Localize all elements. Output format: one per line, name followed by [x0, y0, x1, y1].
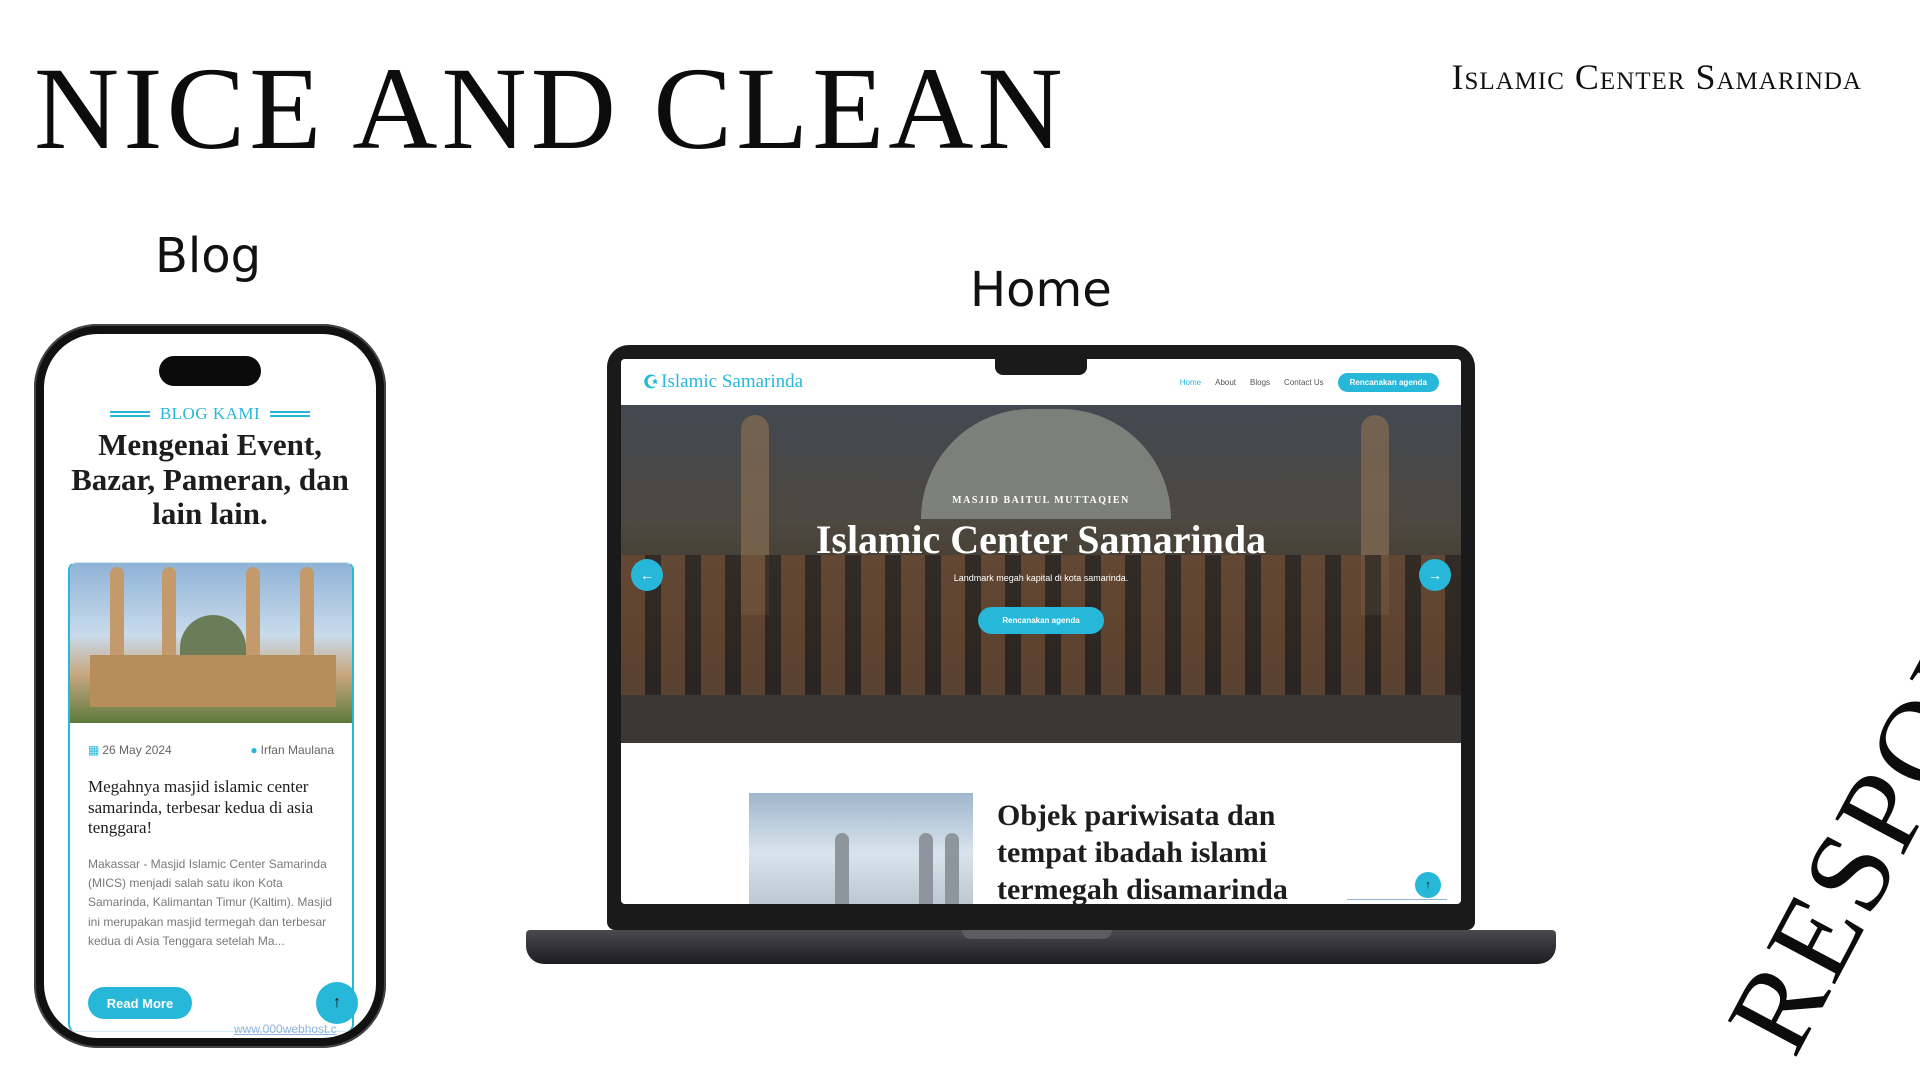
arrow-up-icon: ↑: [333, 994, 341, 1011]
arrow-right-icon: →: [1428, 567, 1442, 583]
arrow-left-icon: ←: [640, 567, 654, 583]
read-more-button[interactable]: Read More: [88, 987, 192, 1019]
carousel-prev-button[interactable]: ←: [631, 559, 663, 591]
blog-card[interactable]: ▦ 26 May 2024 ● Irfan Maulana Megahnya mas…: [68, 562, 354, 1032]
hero-kicker: MASJID BAITUL MUTTAQIEN: [952, 495, 1130, 506]
scroll-top-button[interactable]: ↑: [1415, 872, 1441, 898]
site-logo-text: Islamic Samarinda: [661, 371, 804, 392]
nav-contact[interactable]: Contact Us: [1284, 378, 1324, 387]
laptop-opening-notch: [962, 930, 1112, 939]
phone-mockup: BLOG KAMI Mengenai Event, Bazar, Pameran…: [34, 324, 386, 1048]
nav-links: Home About Blogs Contact Us Rencanakan a…: [1180, 372, 1439, 392]
post-title[interactable]: Megahnya masjid islamic center samarinda…: [88, 777, 338, 839]
laptop-screen: ☪ Islamic Samarinda Home About Blogs Con…: [621, 359, 1461, 904]
about-title: Objek pariwisata dan tempat ibadah islam…: [997, 799, 1288, 904]
minaret: [162, 567, 176, 663]
arrow-up-icon: ↑: [1425, 879, 1431, 891]
carousel-next-button[interactable]: →: [1419, 559, 1451, 591]
hero-subtitle: Landmark megah kapital di kota samarinda…: [953, 573, 1129, 583]
phone-screen: BLOG KAMI Mengenai Event, Bazar, Pameran…: [44, 334, 376, 1038]
dynamic-island: [159, 356, 261, 386]
responsive-side-text: RESPONSIVE: [1701, 344, 1920, 1073]
site-logo[interactable]: ☪ Islamic Samarinda: [643, 371, 803, 393]
mosque-building: [90, 655, 336, 707]
hero-content: MASJID BAITUL MUTTAQIEN Islamic Center S…: [621, 495, 1461, 634]
blog-kicker: BLOG KAMI: [44, 404, 376, 424]
scroll-top-button[interactable]: ↑: [316, 982, 358, 1024]
post-date-text: 26 May 2024: [102, 743, 172, 757]
nav-cta-button[interactable]: Rencanakan agenda: [1337, 372, 1439, 392]
brand-title: Islamic Center Samarinda: [1451, 57, 1862, 97]
nav-about[interactable]: About: [1215, 378, 1236, 387]
minaret: [246, 567, 260, 663]
minaret: [300, 567, 314, 663]
nav-blogs[interactable]: Blogs: [1250, 378, 1270, 387]
post-meta: ▦ 26 May 2024 ● Irfan Maulana: [88, 743, 334, 757]
caption-blog: Blog: [155, 228, 262, 284]
hero-title: Islamic Center Samarinda: [815, 517, 1267, 562]
minaret: [919, 833, 933, 904]
laptop-mockup: ☪ Islamic Samarinda Home About Blogs Con…: [607, 345, 1475, 930]
nav-home[interactable]: Home: [1180, 378, 1201, 387]
minaret: [835, 833, 849, 904]
ground: [621, 695, 1461, 743]
host-watermark-link[interactable]: [1347, 899, 1447, 903]
about-image: [749, 793, 973, 904]
camera-notch: [995, 359, 1087, 375]
post-excerpt: Makassar - Masjid Islamic Center Samarin…: [88, 857, 333, 948]
blog-kicker-label: BLOG KAMI: [159, 404, 261, 423]
host-watermark[interactable]: www.000webhost.c: [234, 1022, 337, 1036]
blog-card-image[interactable]: [70, 563, 352, 723]
hero-cta-button[interactable]: Rencanakan agenda: [978, 607, 1104, 634]
calendar-icon: ▦: [88, 743, 100, 757]
hero-carousel: MASJID BAITUL MUTTAQIEN Islamic Center S…: [621, 405, 1461, 743]
caption-home: Home: [970, 262, 1112, 318]
kicker-line-left: [109, 411, 150, 417]
post-author: ● Irfan Maulana: [250, 743, 334, 757]
headline: NICE AND CLEAN: [34, 43, 1067, 174]
kicker-line-right: [270, 411, 311, 417]
user-icon: ●: [250, 743, 258, 757]
post-author-text: Irfan Maulana: [260, 743, 334, 757]
post-date: ▦ 26 May 2024: [88, 743, 172, 757]
minaret: [945, 833, 959, 904]
blog-title: Mengenai Event, Bazar, Pameran, dan lain…: [71, 427, 349, 532]
crescent-star-icon: ☪: [643, 371, 660, 392]
minaret: [110, 567, 124, 663]
